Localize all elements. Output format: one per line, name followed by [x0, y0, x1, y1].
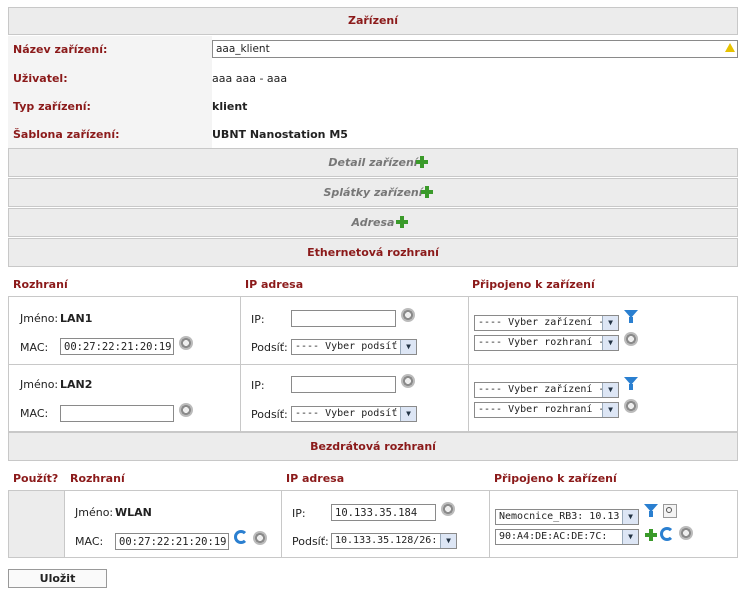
wireless-col-use: Použít?: [13, 472, 59, 485]
lan2-mac-label: MAC:: [20, 407, 49, 420]
gear-icon[interactable]: [624, 399, 638, 413]
chevron-down-icon: ▼: [400, 407, 416, 421]
lan1-device-value: ---- Vyber zařízení ----: [478, 317, 619, 328]
lan1-subnet-select[interactable]: ---- Vyber podsíť -- ▼: [291, 339, 417, 355]
device-template-label: Šablona zařízení:: [13, 128, 120, 141]
wlan-iface-select[interactable]: 90:A4:DE:AC:DE:7C: ▼: [495, 529, 639, 545]
lan1-mac-input[interactable]: 00:27:22:21:20:19: [60, 338, 174, 355]
filter-icon[interactable]: [624, 310, 638, 324]
plus-icon[interactable]: [416, 156, 428, 168]
chevron-down-icon: ▼: [622, 530, 638, 544]
search-icon[interactable]: [663, 504, 677, 518]
lan2-subnet-label: Podsíť:: [251, 408, 288, 421]
installments-section-label: Splátky zařízení: [323, 186, 423, 199]
device-section-header: Zařízení: [8, 7, 738, 35]
chevron-down-icon: ▼: [602, 336, 618, 350]
chevron-down-icon: ▼: [602, 383, 618, 397]
device-name-value: aaa_klient: [216, 43, 270, 55]
chevron-down-icon: ▼: [622, 510, 638, 524]
chevron-down-icon: ▼: [440, 534, 456, 548]
device-type-value: klient: [212, 100, 248, 113]
lan1-name-label: Jméno:: [20, 312, 59, 325]
lan1-ip-input[interactable]: [291, 310, 396, 327]
wireless-col-ip: IP adresa: [286, 472, 345, 485]
wireless-col-connected: Připojeno k zařízení: [494, 472, 617, 485]
wireless-section-header: Bezdrátová rozhraní: [8, 432, 738, 461]
gear-icon[interactable]: [624, 332, 638, 346]
gear-icon[interactable]: [441, 502, 455, 516]
lan2-subnet-select[interactable]: ---- Vyber podsíť -- ▼: [291, 406, 417, 422]
wlan-mac-input[interactable]: 00:27:22:21:20:19: [115, 533, 229, 550]
user-value: aaa aaa - aaa: [212, 72, 288, 85]
address-section-toggle[interactable]: Adresa: [8, 208, 738, 237]
plus-icon[interactable]: [421, 186, 433, 198]
lan1-device-select[interactable]: ---- Vyber zařízení ---- ▼: [474, 315, 619, 331]
wlan-ip-input[interactable]: 10.133.35.184: [331, 504, 436, 521]
wlan-subnet-select[interactable]: 10.133.35.128/26: ▼: [331, 533, 457, 549]
chevron-down-icon: ▼: [602, 316, 618, 330]
wlan-ip-label: IP:: [292, 507, 306, 520]
wireless-section-title: Bezdrátová rozhraní: [310, 440, 436, 453]
lan2-name-label: Jméno:: [20, 378, 59, 391]
filter-icon[interactable]: [624, 377, 638, 391]
device-name-input[interactable]: aaa_klient: [212, 40, 738, 58]
lan1-subnet-value: ---- Vyber podsíť --: [295, 341, 416, 352]
wlan-subnet-label: Podsíť:: [292, 535, 329, 548]
ethernet-col-connected: Připojeno k zařízení: [472, 278, 595, 291]
chevron-down-icon: ▼: [400, 340, 416, 354]
address-section-label: Adresa: [351, 216, 395, 229]
wlan-name-label: Jméno:: [75, 506, 114, 519]
wlan-device-select[interactable]: Nemocnice_RB3: 10.13 ▼: [495, 509, 639, 525]
wlan-name: WLAN: [115, 506, 152, 519]
refresh-icon[interactable]: [660, 527, 674, 541]
gear-icon[interactable]: [401, 374, 415, 388]
gear-icon[interactable]: [679, 526, 693, 540]
ethernet-section-header: Ethernetová rozhraní: [8, 238, 738, 267]
gear-icon[interactable]: [401, 308, 415, 322]
save-button[interactable]: Uložit: [8, 569, 107, 588]
ethernet-col-ip: IP adresa: [245, 278, 304, 291]
lan2-name: LAN2: [60, 378, 93, 391]
wlan-iface-value: 90:A4:DE:AC:DE:7C:: [499, 531, 608, 542]
lan2-mac-input[interactable]: [60, 405, 174, 422]
lan2-device-select[interactable]: ---- Vyber zařízení ---- ▼: [474, 382, 619, 398]
detail-section-toggle[interactable]: Detail zařízení: [8, 148, 738, 177]
ethernet-col-interface: Rozhraní: [13, 278, 68, 291]
lan2-iface-select[interactable]: ---- Vyber rozhraní --- ▼: [474, 402, 619, 418]
lan1-subnet-label: Podsíť:: [251, 341, 288, 354]
ethernet-section-title: Ethernetová rozhraní: [307, 246, 439, 259]
detail-section-label: Detail zařízení: [328, 156, 418, 169]
lan1-name: LAN1: [60, 312, 93, 325]
refresh-icon[interactable]: [234, 530, 248, 544]
lan2-device-value: ---- Vyber zařízení ----: [478, 384, 619, 395]
lan1-ip-label: IP:: [251, 313, 265, 326]
gear-icon[interactable]: [253, 531, 267, 545]
gear-icon[interactable]: [179, 336, 193, 350]
plus-icon[interactable]: [645, 529, 657, 541]
gear-icon[interactable]: [179, 403, 193, 417]
wlan-subnet-value: 10.133.35.128/26:: [335, 535, 438, 546]
installments-section-toggle[interactable]: Splátky zařízení: [8, 178, 738, 207]
device-template-value: UBNT Nanostation M5: [212, 128, 348, 141]
device-type-label: Typ zařízení:: [13, 100, 91, 113]
lan2-ip-label: IP:: [251, 379, 265, 392]
wireless-col-interface: Rozhraní: [70, 472, 125, 485]
lan1-iface-select[interactable]: ---- Vyber rozhraní --- ▼: [474, 335, 619, 351]
user-label: Uživatel:: [13, 72, 68, 85]
warning-icon: [725, 43, 735, 52]
lan2-iface-value: ---- Vyber rozhraní ---: [478, 404, 617, 415]
device-name-label: Název zařízení:: [13, 43, 108, 56]
filter-icon[interactable]: [644, 504, 658, 518]
plus-icon[interactable]: [396, 216, 408, 228]
lan1-mac-label: MAC:: [20, 341, 49, 354]
wlan-device-value: Nemocnice_RB3: 10.13: [499, 511, 620, 522]
chevron-down-icon: ▼: [602, 403, 618, 417]
lan2-subnet-value: ---- Vyber podsíť --: [295, 408, 416, 419]
wlan-mac-label: MAC:: [75, 535, 104, 548]
lan1-iface-value: ---- Vyber rozhraní ---: [478, 337, 617, 348]
device-section-title: Zařízení: [347, 14, 399, 27]
lan2-ip-input[interactable]: [291, 376, 396, 393]
